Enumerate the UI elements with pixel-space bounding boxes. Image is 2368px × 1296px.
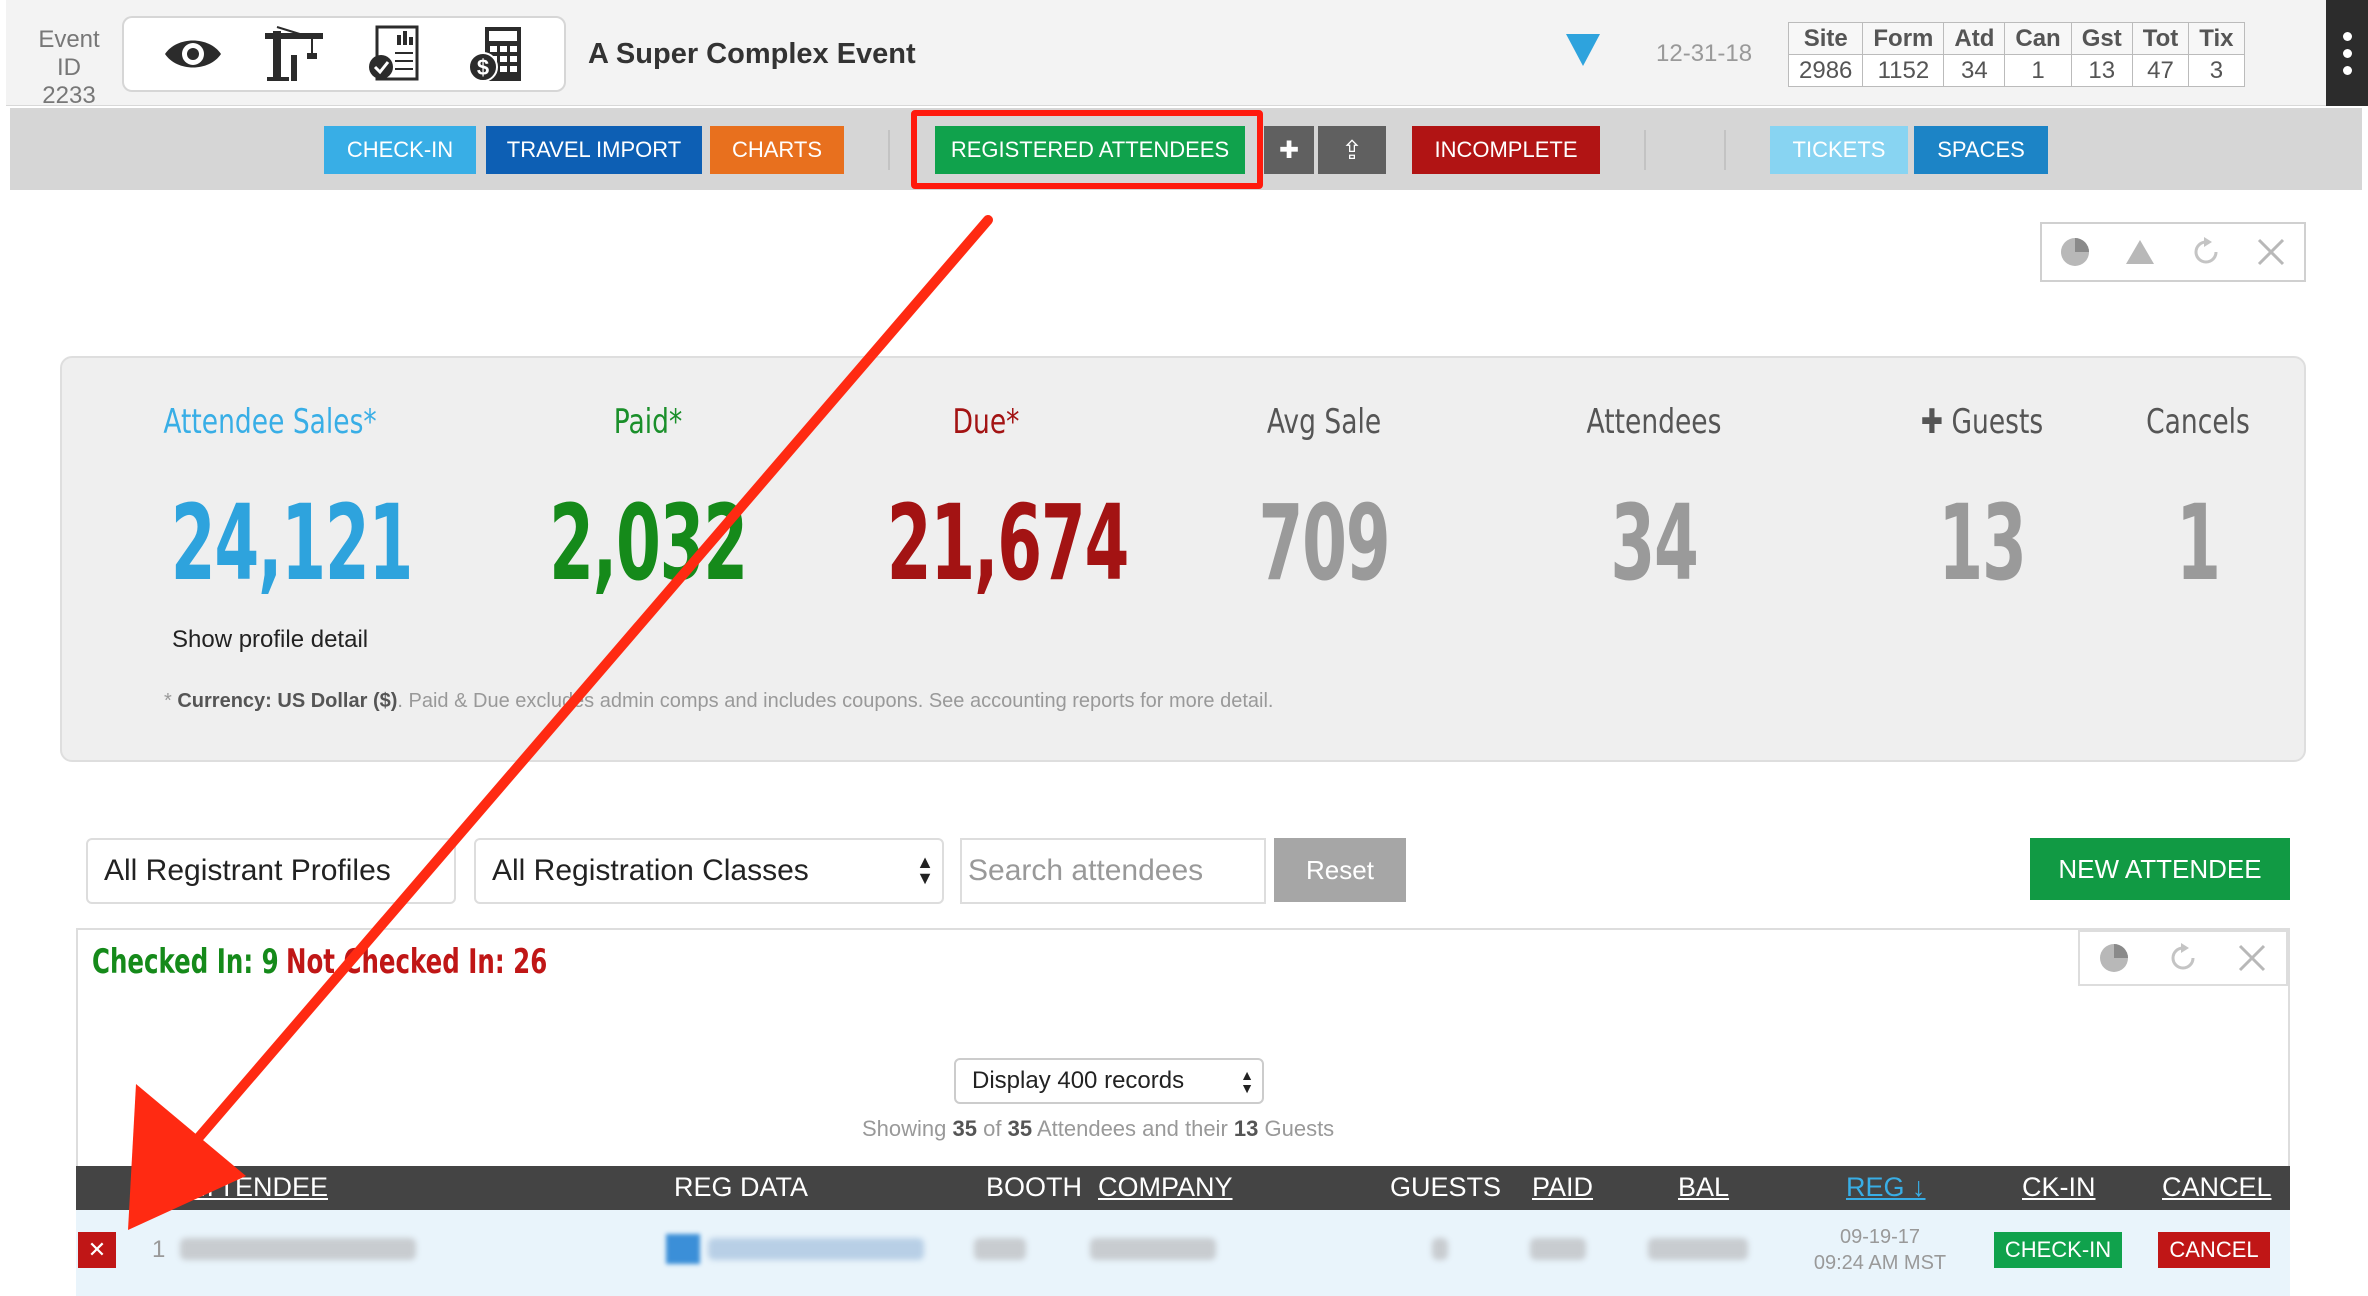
charts-tab[interactable]: CHARTS xyxy=(710,126,844,174)
stats-header-tot: Tot xyxy=(2131,22,2190,55)
column-company[interactable]: COMPANY xyxy=(1098,1172,1233,1203)
guests-value: 13 xyxy=(1938,482,2026,604)
eye-icon[interactable] xyxy=(160,24,226,84)
event-dropdown-triangle-icon[interactable] xyxy=(1566,34,1600,66)
checkin-tab[interactable]: CHECK-IN xyxy=(324,126,476,174)
event-id-label: Event ID xyxy=(38,26,100,81)
stats-header-form: Form xyxy=(1862,22,1945,55)
avg-sale-value: 709 xyxy=(1258,482,1391,604)
not-checked-in-count: Not Checked In: 26 xyxy=(286,942,548,982)
registration-classes-select[interactable]: All Registration Classes ▲ ▼ xyxy=(474,838,944,904)
select-arrows-icon: ▲ ▼ xyxy=(1240,1067,1254,1096)
row-checkin-button[interactable]: CHECK-IN xyxy=(1994,1232,2122,1268)
stats-value-gst: 13 xyxy=(2070,54,2133,87)
attendee-sales-value: 24,121 xyxy=(170,482,414,604)
checked-in-count: Checked In: 9 xyxy=(92,942,279,982)
guests-blurred xyxy=(1432,1238,1448,1260)
paid-value: 2,032 xyxy=(549,482,748,604)
upload-button[interactable]: ⇪ xyxy=(1318,126,1386,174)
column-booth: BOOTH xyxy=(986,1172,1083,1202)
due-value: 21,674 xyxy=(886,482,1130,604)
stats-value-atd: 34 xyxy=(1943,54,2006,87)
stats-value-tix: 3 xyxy=(2188,54,2245,87)
row-cancel-button[interactable]: CANCEL xyxy=(2158,1232,2270,1268)
event-icon-toolbar: $ xyxy=(122,16,566,92)
display-records-select[interactable]: Display 400 records ▲ ▼ xyxy=(954,1058,1264,1104)
select-arrows-icon: ▲ ▼ xyxy=(916,852,934,888)
stats-header-gst: Gst xyxy=(2070,22,2133,55)
balance-blurred xyxy=(1648,1238,1748,1260)
showing-count-text: Showing 35 of 35 Attendees and their 13 … xyxy=(862,1116,1335,1141)
company-blurred xyxy=(1090,1238,1216,1260)
reg-datetime: 09-19-17 09:24 AM MST xyxy=(1813,1226,1947,1274)
event-date: 12-31-18 xyxy=(1656,40,1753,67)
guests-label: ✚ Guests xyxy=(1920,402,2044,442)
stats-header-site: Site xyxy=(1787,22,1864,55)
cancels-value: 1 xyxy=(2176,482,2221,604)
reg-data-blurred xyxy=(708,1238,924,1260)
pie-chart-icon[interactable] xyxy=(2057,234,2093,270)
nav-divider xyxy=(1724,130,1726,170)
stats-value-form: 1152 xyxy=(1862,54,1945,87)
column-reg[interactable]: REG ↓ xyxy=(1846,1172,1926,1203)
incomplete-tab[interactable]: INCOMPLETE xyxy=(1412,126,1600,174)
spaces-tab[interactable]: SPACES xyxy=(1914,126,2048,174)
kebab-menu-icon[interactable] xyxy=(2326,0,2368,106)
tickets-tab[interactable]: TICKETS xyxy=(1770,126,1908,174)
currency-note: * Currency: US Dollar ($). Paid & Due ex… xyxy=(164,690,1274,712)
search-attendees-input[interactable] xyxy=(960,838,1266,904)
event-title: A Super Complex Event xyxy=(588,38,916,70)
nav-divider xyxy=(888,130,890,170)
avg-sale-label: Avg Sale xyxy=(1266,402,1382,442)
cancels-label: Cancels xyxy=(2146,402,2250,442)
refresh-icon[interactable] xyxy=(2188,234,2224,270)
event-id-value: 2233 xyxy=(42,82,96,109)
crane-icon[interactable] xyxy=(261,24,327,84)
add-attendee-plus-button[interactable]: ✚ xyxy=(1264,126,1314,174)
stats-header-atd: Atd xyxy=(1943,22,2006,55)
column-bal[interactable]: BAL xyxy=(1678,1172,1729,1203)
svg-text:$: $ xyxy=(476,55,488,80)
registrant-profiles-select[interactable]: All Registrant Profiles xyxy=(86,838,456,904)
attendees-label: Attendees xyxy=(1586,402,1722,442)
column-ck-in[interactable]: CK-IN xyxy=(2022,1172,2096,1203)
column-guests: GUESTS xyxy=(1390,1172,1502,1202)
close-icon[interactable] xyxy=(2253,234,2289,270)
attendee-sales-label: Attendee Sales* xyxy=(163,402,377,442)
close-icon[interactable] xyxy=(2234,940,2270,976)
stats-value-can: 1 xyxy=(2004,54,2072,87)
event-id: Event ID 2233 xyxy=(24,26,114,110)
attendees-value: 34 xyxy=(1610,482,1698,604)
nav-divider xyxy=(1644,130,1646,170)
stats-value-tot: 47 xyxy=(2131,54,2190,87)
refresh-icon[interactable] xyxy=(2165,940,2201,976)
stats-value-site: 2986 xyxy=(1787,54,1864,87)
reset-button[interactable]: Reset xyxy=(1274,838,1406,902)
show-profile-detail-link[interactable]: Show profile detail xyxy=(172,626,368,654)
paid-label: Paid* xyxy=(613,402,683,442)
column-paid[interactable]: PAID xyxy=(1532,1172,1593,1203)
new-attendee-button[interactable]: NEW ATTENDEE xyxy=(2030,838,2290,900)
calculator-icon[interactable]: $ xyxy=(463,24,529,84)
event-stats-table: Site Form Atd Can Gst Tot Tix 2986 1152 … xyxy=(1787,22,2245,87)
stats-header-tix: Tix xyxy=(2188,22,2245,55)
panel-tools xyxy=(2040,222,2306,282)
booth-blurred xyxy=(974,1238,1026,1260)
stats-header-can: Can xyxy=(2004,22,2072,55)
pie-chart-icon[interactable] xyxy=(2096,940,2132,976)
registered-attendees-tab[interactable]: REGISTERED ATTENDEES xyxy=(935,126,1245,174)
report-icon[interactable] xyxy=(362,24,428,84)
column-reg-data: REG DATA xyxy=(674,1172,809,1202)
travel-import-tab[interactable]: TRAVEL IMPORT xyxy=(486,126,702,174)
reg-data-icon xyxy=(666,1234,700,1264)
paid-blurred xyxy=(1530,1238,1586,1260)
column-attendee[interactable]: ATTENDEE xyxy=(186,1172,328,1203)
attendee-name-blurred xyxy=(180,1238,416,1260)
row-number: 1 xyxy=(152,1236,166,1263)
column-cancel[interactable]: CANCEL xyxy=(2162,1172,2272,1203)
collapse-triangle-icon[interactable] xyxy=(2122,234,2158,270)
due-label: Due* xyxy=(952,402,1020,442)
delete-attendee-button[interactable]: ✕ xyxy=(78,1232,116,1268)
list-panel-tools xyxy=(2078,930,2288,986)
